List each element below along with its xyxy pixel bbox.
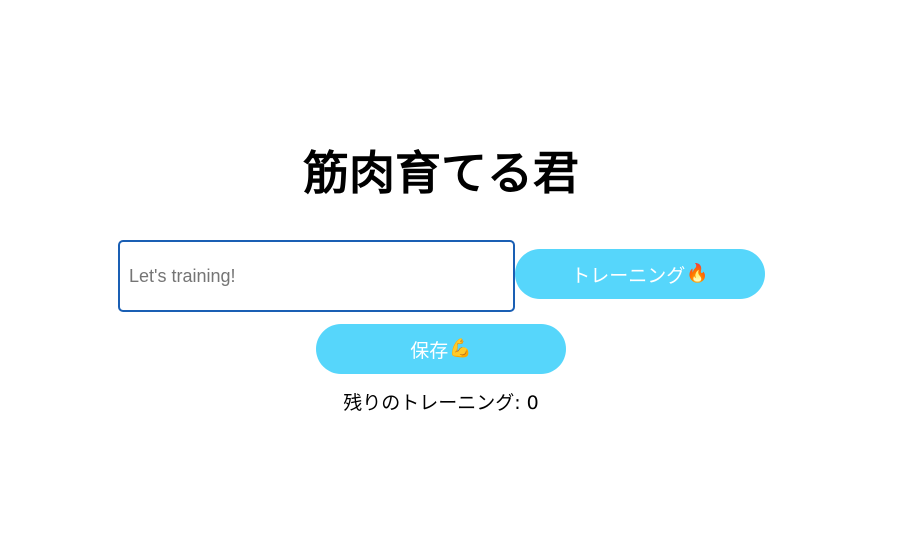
remaining-count: 0 [526,392,539,414]
save-button[interactable]: 保存 💪 [316,324,566,374]
flexed-biceps-icon: 💪 [449,338,472,359]
training-input[interactable] [118,240,515,312]
training-button-label: トレーニング [571,264,686,287]
save-button-label: 保存 [410,339,449,362]
fire-icon: 🔥 [686,263,709,284]
remaining-trainings: 残りのトレーニング: 0 [0,390,882,416]
page-title: 筋肉育てる君 [303,146,579,200]
remaining-label: 残りのトレーニング: [343,392,527,414]
training-button[interactable]: トレーニング 🔥 [515,249,765,299]
app-root: 筋肉育てる君 トレーニング🔥 保存💪 残りのトレーニング: 0 [0,0,910,552]
